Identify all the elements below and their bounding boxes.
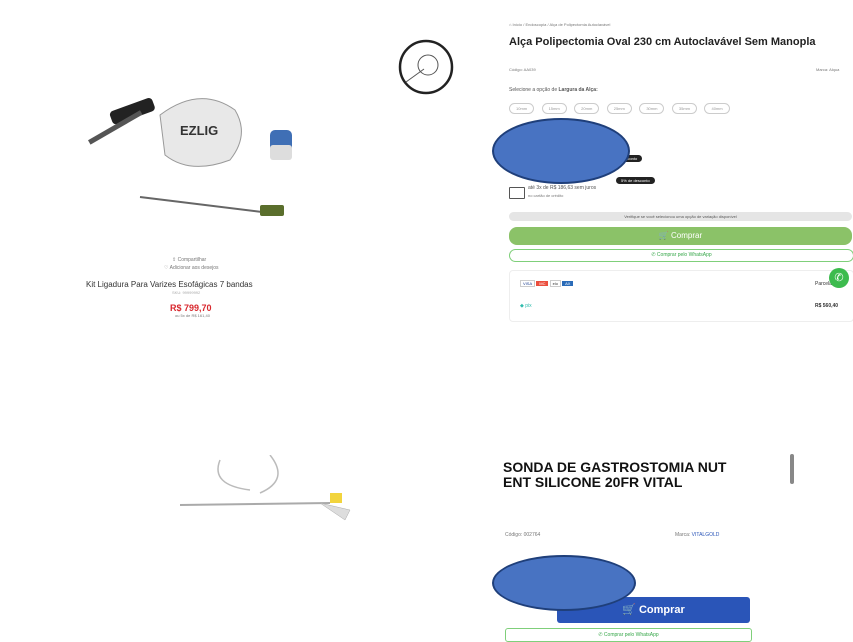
- visa-icon: VISA: [520, 280, 536, 287]
- size-options: 10mm 15mm 20mm 25mm 30mm 35mm 40mm: [509, 97, 733, 115]
- product-image-alca[interactable]: [396, 37, 456, 97]
- ezlig-logo-text: EZLIG: [180, 123, 218, 138]
- installments-text: até 3x de R$ 186,63 sem juros: [528, 185, 597, 191]
- whatsapp-buy-button[interactable]: ✆ Comprar pelo WhatsApp: [509, 249, 853, 262]
- whatsapp-buy-button[interactable]: ✆ Comprar pelo WhatsApp: [505, 628, 752, 642]
- heart-icon: ♡: [164, 265, 169, 271]
- product-image-sonda[interactable]: [180, 455, 360, 535]
- size-option[interactable]: 25mm: [606, 103, 632, 114]
- installments-sub: no cartão de crédito: [528, 193, 564, 198]
- size-option[interactable]: 40mm: [704, 103, 730, 114]
- pix-icon: ◆ pix: [520, 303, 532, 309]
- product-panel-sonda: SONDA DE GASTROSTOMIA NUT ENT SILICONE 2…: [495, 450, 805, 642]
- product-brand[interactable]: Marca: VITALGOLD: [675, 532, 719, 538]
- credit-card-icon: [509, 187, 525, 199]
- card-brands: VISA MC elo AX: [520, 280, 574, 287]
- size-option[interactable]: 30mm: [639, 103, 665, 114]
- page-title: SONDA DE GASTROSTOMIA NUT ENT SILICONE 2…: [503, 459, 727, 490]
- amex-icon: AX: [562, 281, 574, 286]
- mastercard-icon: MC: [536, 281, 549, 286]
- product-brand[interactable]: Marca: Alqua: [816, 67, 839, 72]
- product-code: Código: AA039: [509, 67, 536, 72]
- variation-warning: Verifique se você selecionou uma opção d…: [509, 212, 852, 221]
- size-option[interactable]: 20mm: [574, 103, 600, 114]
- overlay-circle-marker: [492, 555, 636, 611]
- whatsapp-icon: ✆: [651, 252, 656, 258]
- breadcrumb[interactable]: ⌂ Início / Endoscopia / Alça de Polipect…: [509, 22, 610, 27]
- home-icon: ⌂: [509, 22, 512, 27]
- size-option[interactable]: 35mm: [671, 103, 698, 114]
- elo-icon: elo: [549, 280, 561, 287]
- scrollbar-thumb[interactable]: [790, 454, 794, 484]
- cart-icon: 🛒: [622, 604, 636, 616]
- variation-label: Selecione a opção de Largura da Alça:: [509, 87, 598, 93]
- buy-button[interactable]: 🛒 Comprar: [509, 227, 852, 245]
- share-link[interactable]: ⇪ Compartilhar: [172, 257, 206, 263]
- pix-price: R$ 560,40: [815, 303, 839, 309]
- discount-badge-2: 5% de desconto: [616, 169, 655, 187]
- product-price: R$ 799,70: [170, 303, 212, 313]
- product-sku: SKU: 99999992: [172, 290, 201, 295]
- overlay-circle-marker: [492, 118, 630, 184]
- share-icon: ⇪: [172, 257, 177, 263]
- payment-methods: VISA MC elo AX Parcelas ◆ pix R$ 560,40: [509, 270, 853, 322]
- whatsapp-icon: ✆: [598, 632, 603, 638]
- product-image-ezlig[interactable]: EZLIG: [70, 75, 310, 235]
- size-option[interactable]: 15mm: [541, 103, 567, 114]
- cart-icon: 🛒: [658, 231, 669, 240]
- page-title: Alça Polipectomia Oval 230 cm Autoclaváv…: [509, 36, 816, 48]
- size-option[interactable]: 10mm: [509, 103, 535, 114]
- add-wishlist-link[interactable]: ♡ Adicionar aos desejos: [164, 265, 219, 271]
- whatsapp-icon: ✆: [834, 272, 844, 284]
- whatsapp-float-button[interactable]: ✆: [829, 268, 849, 288]
- product-installments: ou 5x de R$ 161,40: [175, 313, 210, 318]
- product-panel-kit-ligadura: EZLIG ⇪ Compartilhar ♡ Adicionar aos des…: [0, 0, 372, 320]
- product-title[interactable]: Kit Ligadura Para Varizes Esofágicas 7 b…: [86, 280, 253, 289]
- product-code: Código: 002764: [505, 532, 541, 538]
